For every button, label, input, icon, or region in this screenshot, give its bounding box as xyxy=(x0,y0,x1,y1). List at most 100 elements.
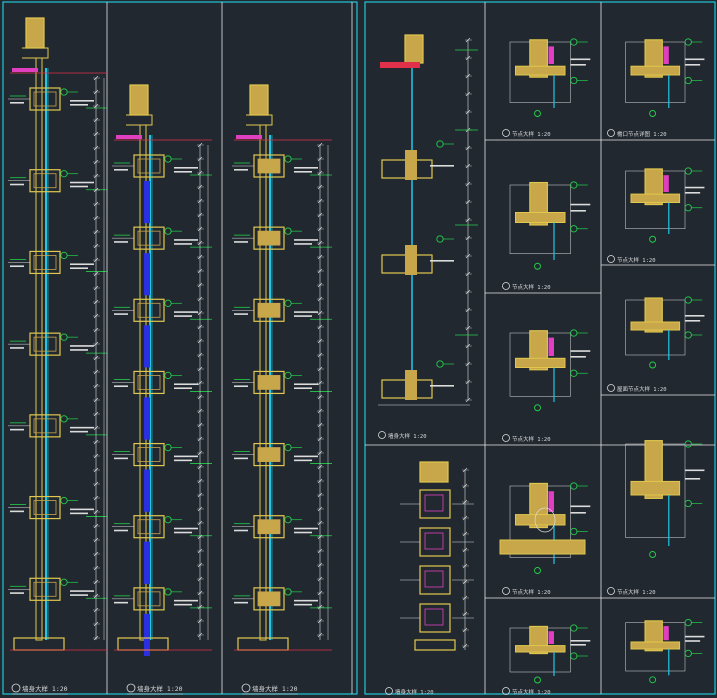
slab-note xyxy=(294,239,318,241)
detail-caption-text: 檐口节点详图 1:20 xyxy=(617,130,667,138)
note xyxy=(570,58,591,61)
beam xyxy=(405,150,417,180)
level-label xyxy=(10,265,24,268)
detail-caption-text: 节点大样 1:20 xyxy=(512,283,551,291)
slab-fill xyxy=(257,519,281,535)
slab-note xyxy=(70,185,88,188)
top-block xyxy=(419,461,449,483)
slab-note xyxy=(294,167,318,169)
level-label xyxy=(234,385,248,388)
level-label xyxy=(114,241,128,243)
slab-note xyxy=(294,171,312,173)
slab-note xyxy=(294,527,318,530)
note xyxy=(570,210,586,212)
note xyxy=(430,165,454,167)
level-label xyxy=(114,601,128,604)
note xyxy=(685,469,705,472)
left-captions: 墙身大样 1:20 墙身大样 1:20 墙身大样 1:20 xyxy=(11,683,298,695)
slab-fill xyxy=(257,302,281,318)
cad-drawing-sheet: 墙身大样 1:20 墙身大样 1:20 墙身大样 1:20 墙身大样 1:20 节点大… xyxy=(0,0,717,698)
slab-note xyxy=(294,311,318,313)
slab xyxy=(515,65,566,76)
slab xyxy=(515,212,566,223)
note xyxy=(570,512,586,514)
slab-note xyxy=(70,263,94,266)
note xyxy=(685,315,705,317)
slab-fill xyxy=(257,375,281,390)
slab-note xyxy=(294,455,318,458)
slab-note xyxy=(70,508,94,511)
detail-caption-text: 屋面节点大样 1:20 xyxy=(617,385,667,393)
level-label xyxy=(114,529,128,532)
slab-note xyxy=(174,171,192,173)
note xyxy=(685,192,701,194)
note xyxy=(685,186,705,189)
slab-note xyxy=(70,345,94,347)
slab-note xyxy=(174,599,198,602)
slab-note xyxy=(70,267,88,270)
slab-note xyxy=(294,315,312,317)
slab-note xyxy=(70,100,94,102)
slab-note xyxy=(174,167,198,169)
window-blue-panel xyxy=(144,397,150,440)
level-label xyxy=(234,169,248,171)
level-label xyxy=(10,510,24,513)
note xyxy=(430,260,454,262)
note xyxy=(570,203,591,206)
slab-note xyxy=(174,315,192,317)
membrane xyxy=(663,175,669,192)
roof-band xyxy=(380,62,420,68)
level-label xyxy=(234,457,248,460)
slab-note xyxy=(70,104,88,106)
membrane xyxy=(663,626,669,641)
slab-note xyxy=(174,455,198,458)
slab-note xyxy=(294,459,312,462)
level-label xyxy=(114,457,128,460)
membrane xyxy=(548,631,554,644)
note xyxy=(570,350,591,352)
slab-fill xyxy=(257,158,281,174)
roof-layer xyxy=(499,539,586,555)
slab-note xyxy=(70,430,88,433)
slab-note xyxy=(294,599,318,602)
slab xyxy=(630,65,681,76)
level-label xyxy=(114,313,128,315)
note xyxy=(570,640,591,642)
slab-note xyxy=(294,531,312,534)
parapet xyxy=(129,84,149,116)
slab-note xyxy=(174,239,198,241)
detail-caption-text: 节点大样 1:20 xyxy=(512,588,551,596)
slab-note xyxy=(294,383,318,386)
slab-note xyxy=(294,243,312,245)
note xyxy=(685,635,705,638)
slab xyxy=(630,641,681,650)
note xyxy=(570,64,586,66)
slab-note xyxy=(294,387,312,390)
slab-note xyxy=(70,590,94,592)
slab xyxy=(515,514,566,526)
note xyxy=(570,505,591,508)
level-label xyxy=(10,347,24,349)
level-label xyxy=(10,428,24,431)
note xyxy=(430,385,454,387)
detail-caption-text: 墙身大样 1:20 xyxy=(395,688,434,696)
section-caption-text: 墙身大样 1:20 xyxy=(252,684,298,693)
slab-note xyxy=(174,311,198,313)
level-label xyxy=(114,169,128,171)
level-label xyxy=(114,385,128,388)
window-blue-panel xyxy=(144,469,150,512)
detail-caption-text: 墙身大样 1:20 xyxy=(388,432,427,440)
slab-note xyxy=(174,527,198,530)
parapet xyxy=(404,34,424,64)
slab xyxy=(515,645,566,653)
slab-note xyxy=(70,181,94,184)
detail-caption-text: 节点大样 1:20 xyxy=(512,688,551,696)
beam xyxy=(405,245,417,275)
roof-membrane xyxy=(236,135,262,139)
slab-note xyxy=(174,603,192,606)
level-label xyxy=(234,313,248,315)
detail-caption-text: 节点大样 1:20 xyxy=(617,588,656,596)
slab-note xyxy=(174,531,192,534)
slab-fill xyxy=(257,591,281,607)
note xyxy=(685,478,701,480)
